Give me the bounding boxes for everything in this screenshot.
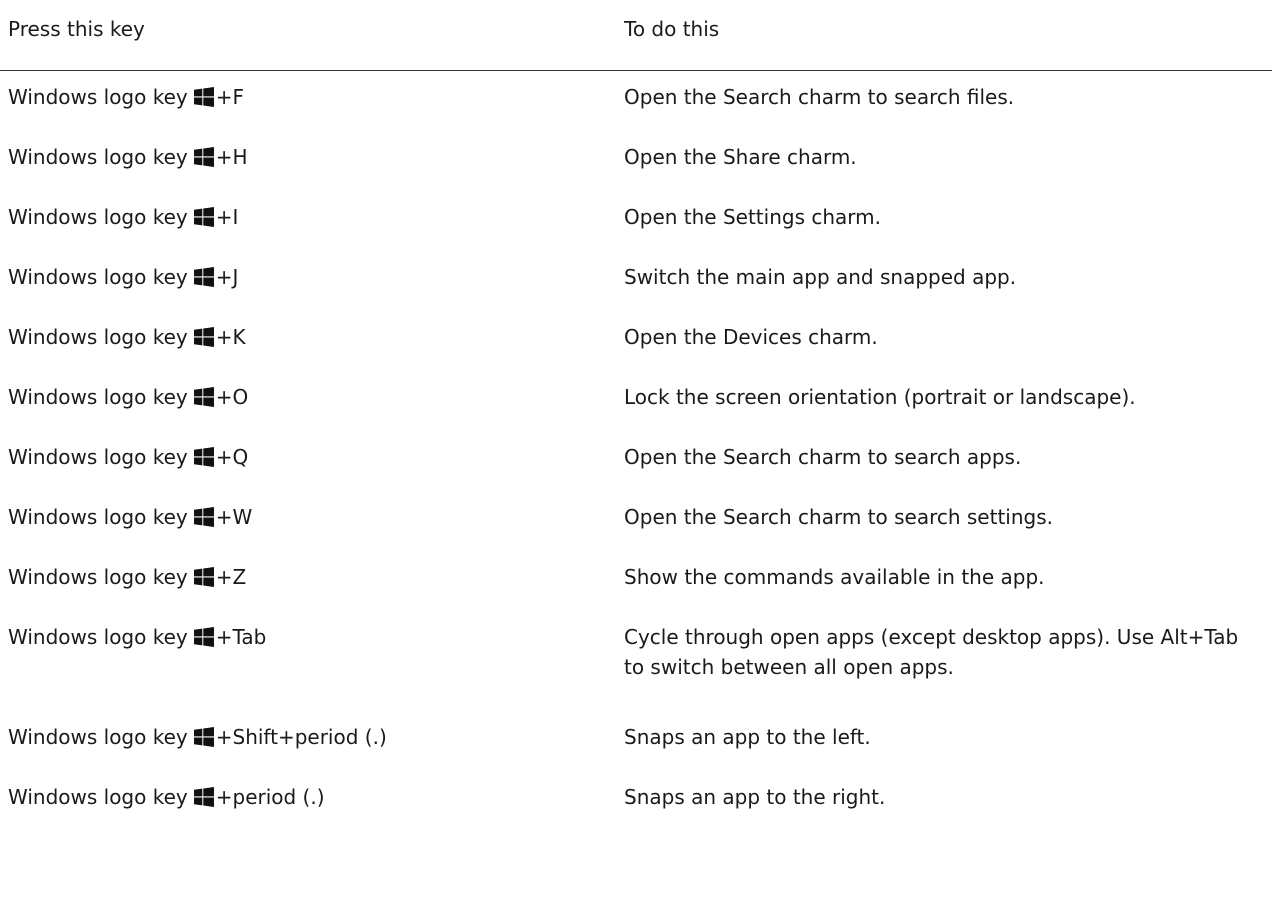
shortcut-action-cell: Cycle through open apps (except desktop …	[624, 625, 1239, 679]
key-suffix: +Tab	[215, 625, 267, 649]
key-suffix: +Shift+period (.)	[215, 725, 387, 749]
windows-logo-icon	[193, 327, 214, 347]
header-action-column: To do this	[624, 17, 720, 41]
table-header: Press this key To do this	[0, 0, 1272, 71]
windows-logo-icon	[193, 387, 214, 407]
key-prefix: Windows logo key	[8, 385, 188, 409]
key-prefix: Windows logo key	[8, 85, 188, 109]
shortcut-key-cell: Windows logo key +F	[8, 82, 244, 112]
shortcut-action-cell: Open the Search charm to search apps.	[624, 445, 1022, 469]
windows-logo-icon	[193, 87, 214, 107]
windows-logo-icon	[193, 447, 214, 467]
key-prefix: Windows logo key	[8, 265, 188, 289]
key-suffix: +O	[215, 385, 249, 409]
shortcut-action-cell: Open the Share charm.	[624, 145, 857, 169]
shortcut-action-cell: Open the Search charm to search settings…	[624, 505, 1054, 529]
shortcut-action-cell: Snaps an app to the right.	[624, 785, 886, 809]
shortcut-action-cell: Snaps an app to the left.	[624, 725, 871, 749]
windows-logo-icon	[193, 207, 214, 227]
header-key-column: Press this key	[8, 17, 145, 41]
key-prefix: Windows logo key	[8, 505, 188, 529]
key-suffix: +Z	[215, 565, 247, 589]
windows-logo-icon	[193, 507, 214, 527]
windows-logo-icon	[193, 567, 214, 587]
key-suffix: +period (.)	[215, 785, 325, 809]
shortcut-action-cell: Lock the screen orientation (portrait or…	[624, 385, 1136, 409]
key-prefix: Windows logo key	[8, 145, 188, 169]
key-suffix: +W	[215, 505, 253, 529]
windows-logo-icon	[193, 147, 214, 167]
shortcut-key-cell: Windows logo key +O	[8, 382, 248, 412]
shortcut-key-cell: Windows logo key +Shift+period (.)	[8, 722, 387, 752]
key-suffix: +J	[215, 265, 239, 289]
key-prefix: Windows logo key	[8, 205, 188, 229]
shortcut-action-cell: Open the Devices charm.	[624, 325, 878, 349]
shortcut-action-cell: Open the Settings charm.	[624, 205, 881, 229]
key-suffix: +K	[215, 325, 246, 349]
windows-logo-icon	[193, 267, 214, 287]
shortcut-key-cell: Windows logo key +I	[8, 202, 238, 232]
key-suffix: +I	[215, 205, 239, 229]
windows-logo-icon	[193, 727, 214, 747]
key-prefix: Windows logo key	[8, 565, 188, 589]
key-suffix: +F	[215, 85, 244, 109]
shortcut-key-cell: Windows logo key +Q	[8, 442, 248, 472]
shortcut-key-cell: Windows logo key +Tab	[8, 622, 266, 652]
shortcut-key-cell: Windows logo key +H	[8, 142, 248, 172]
key-prefix: Windows logo key	[8, 785, 188, 809]
key-suffix: +Q	[215, 445, 249, 469]
shortcut-key-cell: Windows logo key +period (.)	[8, 782, 325, 812]
shortcut-key-cell: Windows logo key +Z	[8, 562, 246, 592]
shortcut-key-cell: Windows logo key +J	[8, 262, 238, 292]
key-prefix: Windows logo key	[8, 725, 188, 749]
key-prefix: Windows logo key	[8, 445, 188, 469]
shortcut-key-cell: Windows logo key +W	[8, 502, 252, 532]
shortcut-action-cell: Open the Search charm to search files.	[624, 85, 1015, 109]
shortcut-action-cell: Switch the main app and snapped app.	[624, 265, 1017, 289]
shortcut-key-cell: Windows logo key +K	[8, 322, 246, 352]
windows-logo-icon	[193, 627, 214, 647]
key-prefix: Windows logo key	[8, 325, 188, 349]
key-suffix: +H	[215, 145, 248, 169]
key-prefix: Windows logo key	[8, 625, 188, 649]
windows-logo-icon	[193, 787, 214, 807]
shortcut-action-cell: Show the commands available in the app.	[624, 565, 1045, 589]
